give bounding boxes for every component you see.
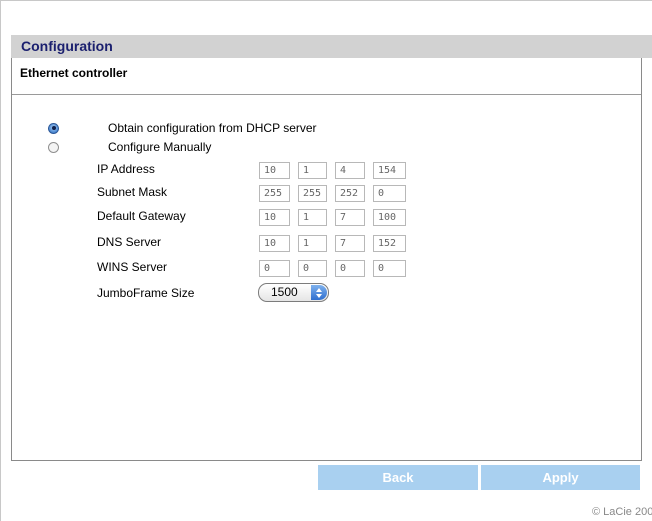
subnet-mask-octet-2[interactable]: 255 — [298, 185, 327, 202]
jumboframe-select[interactable]: 1500 — [258, 283, 329, 302]
ip-address-octet-2[interactable]: 1 — [298, 162, 327, 179]
wins-server-octet-1[interactable]: 0 — [259, 260, 290, 277]
select-updown-icon — [311, 285, 327, 300]
default-gateway-octet-4[interactable]: 100 — [373, 209, 406, 226]
copyright-footer: © LaCie 2008 — [592, 506, 652, 518]
page-title: Configuration — [21, 38, 113, 54]
window-left-border — [0, 0, 1, 521]
dns-server-octet-1[interactable]: 10 — [259, 235, 290, 252]
wins-server-octet-3[interactable]: 0 — [335, 260, 365, 277]
radio-dhcp-label: Obtain configuration from DHCP server — [108, 121, 317, 135]
dns-server-octet-4[interactable]: 152 — [373, 235, 406, 252]
back-button[interactable]: Back — [318, 465, 478, 490]
subnet-mask-octet-3[interactable]: 252 — [335, 185, 365, 202]
dns-server-octet-3[interactable]: 7 — [335, 235, 365, 252]
ip-address-octet-4[interactable]: 154 — [373, 162, 406, 179]
dns-server-octet-2[interactable]: 1 — [298, 235, 327, 252]
default-gateway-octet-3[interactable]: 7 — [335, 209, 365, 226]
wins-server-label: WINS Server — [97, 260, 168, 274]
subnet-mask-octet-4[interactable]: 0 — [373, 185, 406, 202]
wins-server-octet-4[interactable]: 0 — [373, 260, 406, 277]
default-gateway-octet-2[interactable]: 1 — [298, 209, 327, 226]
ip-address-octet-1[interactable]: 10 — [259, 162, 290, 179]
jumboframe-label: JumboFrame Size — [97, 286, 195, 300]
radio-dhcp-row[interactable]: Obtain configuration from DHCP server — [48, 120, 317, 136]
default-gateway-label: Default Gateway — [97, 209, 186, 223]
wins-server-octet-2[interactable]: 0 — [298, 260, 327, 277]
radio-manual[interactable] — [48, 141, 59, 153]
header-bar: Configuration — [11, 35, 652, 58]
radio-dhcp[interactable] — [48, 122, 59, 134]
dns-server-label: DNS Server — [97, 235, 162, 249]
ip-address-label: IP Address — [97, 162, 155, 176]
subnet-mask-octet-1[interactable]: 255 — [259, 185, 290, 202]
ethernet-panel: Ethernet controller Obtain configuration… — [11, 58, 642, 461]
ip-address-octet-3[interactable]: 4 — [335, 162, 365, 179]
panel-divider — [12, 94, 641, 95]
default-gateway-octet-1[interactable]: 10 — [259, 209, 290, 226]
window-top-border — [0, 0, 652, 9]
jumboframe-value: 1500 — [271, 285, 298, 299]
radio-manual-label: Configure Manually — [108, 140, 212, 154]
radio-manual-row[interactable]: Configure Manually — [48, 139, 211, 155]
panel-title: Ethernet controller — [20, 66, 128, 80]
subnet-mask-label: Subnet Mask — [97, 185, 168, 199]
apply-button[interactable]: Apply — [481, 465, 640, 490]
